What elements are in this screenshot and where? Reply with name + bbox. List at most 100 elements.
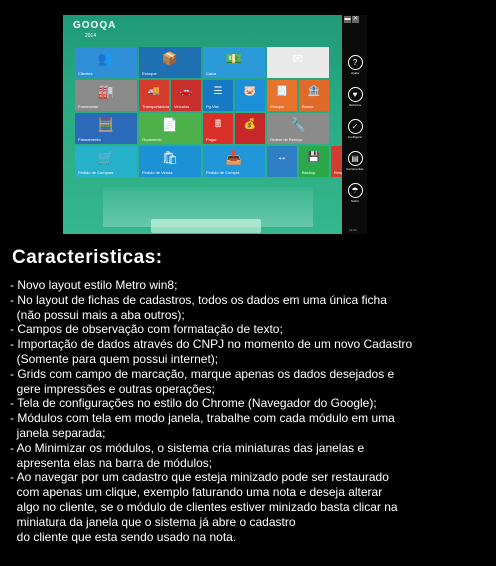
feature-line: - Ao navegar por um cadastro que esteja … — [10, 470, 389, 485]
tile-ordem-de-servi-o[interactable]: 🔧 Ordem de Serviço — [267, 113, 329, 144]
feature-line: janela separada; — [10, 425, 106, 440]
tile-icon: ☰ — [213, 86, 223, 97]
charm-icon: ☂ — [347, 183, 363, 198]
charm-icon: ♥ — [347, 87, 363, 102]
tile-label: Cheque — [270, 104, 285, 109]
tile-clientes[interactable]: 👥 Clientes — [75, 47, 137, 78]
tile-label: Ordem de Serviço — [270, 137, 303, 142]
tile-icon: ↔ — [277, 152, 287, 163]
tile-icon: 🧮 — [97, 117, 115, 132]
tile-icon: 💰 — [243, 119, 257, 130]
feature-line: - Tela de configurações no estilo do Chr… — [10, 396, 377, 411]
tile-unlabeled-8[interactable]: 🐷 — [235, 80, 265, 111]
tile-estoque[interactable]: 📦 Estoque — [139, 47, 201, 78]
tile-icon: 💾 — [307, 152, 321, 163]
tile-pedido-de-compra[interactable]: 📥 Pedido de Compra — [203, 146, 265, 177]
feature-line: - Módulos com tela em modo janela, traba… — [10, 411, 395, 426]
feature-line: (Somente para quem possui internet); — [10, 351, 219, 366]
feature-line: - Importação de dados através do CNPJ no… — [10, 337, 413, 352]
tile-label: Pg.Vist — [206, 104, 219, 109]
tile-icon: 📋 — [331, 150, 342, 166]
tile-or-amento[interactable]: 📄 Orçamento — [139, 113, 201, 144]
tile-label: Estoque — [142, 71, 157, 76]
tile-caixa[interactable]: 💵 Caixa — [203, 47, 265, 78]
charm-label: Configurar — [347, 135, 362, 139]
tile-unlabeled-14[interactable]: 💰 — [235, 113, 265, 144]
tile-label: Orçamento — [142, 137, 162, 142]
tile-label: Banco — [302, 104, 314, 109]
tile-backup[interactable]: 💾 Backup — [299, 146, 329, 177]
feature-line: - Campos de observação com formatação de… — [10, 322, 283, 337]
charm-sobre[interactable]: ☂ Sobre — [346, 183, 364, 203]
charm-icon: ▤ — [347, 151, 363, 166]
tile-icon: 🏭 — [97, 84, 115, 99]
tile-icon: 🧾 — [275, 86, 289, 97]
charm-configurar[interactable]: ✓ Configurar — [346, 119, 364, 139]
tile-icon: 🚗 — [179, 86, 193, 97]
charm-label: Ajuda — [351, 71, 359, 75]
tile-unlabeled-19[interactable]: ↔ — [267, 146, 297, 177]
tile-icon: ✉ — [292, 51, 304, 66]
tile-faturamento[interactable]: 🧮 Faturamento — [75, 113, 137, 144]
tile-icon: 🛍 — [161, 150, 179, 165]
charms-bar: ? Ajuda ♥ Reforma ✓ Configurar ▤ Ferramentas ☂ So… — [343, 15, 367, 234]
charm-reforma[interactable]: ♥ Reforma — [346, 87, 364, 107]
charm-icon: ? — [347, 55, 363, 70]
tile-label: Pedido de Compra — [206, 170, 240, 175]
tile-label: Pedido de Venda — [142, 170, 173, 175]
tile-unlabeled-3[interactable]: ✉ — [267, 47, 329, 78]
tile-label: Pedido de Compras — [78, 170, 114, 175]
feature-line: algo no cliente, se o módulo de clientes… — [10, 499, 398, 514]
reflection-glow — [151, 219, 261, 233]
charm-label: Ferramentas — [346, 167, 364, 171]
charm-ajuda[interactable]: ? Ajuda — [346, 55, 364, 75]
feature-line: apresenta elas na barra de módulos; — [10, 455, 213, 470]
feature-line: miniatura da janela que o sistema já abr… — [10, 514, 296, 529]
tile-fornecedor[interactable]: 🏭 Fornecedor — [75, 80, 137, 111]
tile-label: Fornecedor — [78, 104, 99, 109]
metro-start-screen: GOOQA 2014 👥 Clientes 📦 Estoque 💵 Caixa ✉ 🏭 Forn… — [63, 15, 342, 234]
tile-resposta-fiscais[interactable]: 📋 Resposta Fiscais — [331, 146, 342, 177]
tile-label: Caixa — [206, 71, 217, 76]
feature-line: - Grids com campo de marcação, marque ap… — [10, 366, 395, 381]
feature-line: com apenas um clique, exemplo faturando … — [10, 485, 383, 500]
app-screenshot: GOOQA 2014 👥 Clientes 📦 Estoque 💵 Caixa ✉ 🏭 Forn… — [55, 11, 369, 236]
tile-icon: 📥 — [225, 150, 243, 165]
feature-line: - Novo layout estilo Metro win8; — [10, 278, 178, 292]
tile-icon: 🚚 — [147, 86, 161, 97]
tile-icon: 📦 — [161, 51, 179, 66]
tile-label: Backup — [302, 170, 316, 175]
features-list: - Novo layout estilo Metro win8; - No lay… — [10, 278, 412, 544]
tile-icon: 🐷 — [243, 86, 257, 97]
tile-icon: 👥 — [97, 51, 115, 66]
features-heading: Caracteristicas: — [12, 247, 163, 268]
tile-pedido-de-compras[interactable]: 🛒 Pedido de Compras — [75, 146, 137, 177]
tile-label: Resposta Fiscais — [334, 170, 342, 175]
tile-pagar[interactable]: 🖩 Pagar — [203, 113, 233, 144]
tile-label: Transportadora — [142, 104, 169, 109]
charm-label: Sobre — [350, 199, 359, 203]
feature-line: gere impressões e outras operações; — [10, 381, 215, 396]
tile-icon: 🖩 — [215, 119, 221, 130]
charm-ferramentas[interactable]: ▤ Ferramentas — [346, 151, 364, 171]
tile-icon: 🏦 — [307, 86, 321, 97]
tile-transportadora[interactable]: 🚚 Transportadora — [139, 80, 169, 111]
tile-icon: 🔧 — [289, 117, 307, 132]
minimize-button[interactable]: ▬ — [344, 16, 351, 23]
tile-label: Veículos — [174, 104, 190, 109]
clock: 12:00 — [349, 228, 357, 232]
tile-cheque[interactable]: 🧾 Cheque — [267, 80, 297, 111]
tile-ve-culos[interactable]: 🚗 Veículos — [171, 80, 201, 111]
app-logo: GOOQA 2014 — [73, 20, 117, 40]
charm-label: Reforma — [349, 103, 361, 107]
tile-icon: 🛒 — [97, 150, 115, 165]
feature-line: - Ao Minimizar os módulos, o sistema cri… — [10, 440, 365, 455]
tile-icon: 💵 — [225, 51, 243, 66]
tile-pg-vist[interactable]: ☰ Pg.Vist — [203, 80, 233, 111]
tile-label: Clientes — [78, 71, 93, 76]
tile-pedido-de-venda[interactable]: 🛍 Pedido de Venda — [139, 146, 201, 177]
feature-line: - No layout de fichas de cadastros, todo… — [10, 292, 387, 307]
tile-label: Pagar — [206, 137, 217, 142]
close-button[interactable]: ✕ — [352, 16, 359, 23]
tile-banco[interactable]: 🏦 Banco — [299, 80, 329, 111]
